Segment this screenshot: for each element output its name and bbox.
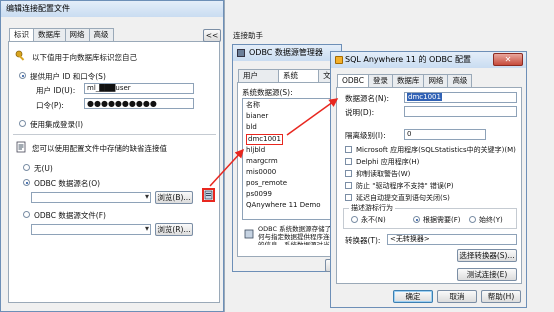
info-icon xyxy=(244,229,254,239)
option-label: Delphi 应用程序(H) xyxy=(356,158,420,166)
option-checkbox[interactable] xyxy=(345,146,352,153)
user-id-field[interactable]: ml_███user xyxy=(84,83,194,94)
tab-database[interactable]: 数据库 xyxy=(33,28,66,41)
password-field[interactable]: ●●●●●●●●●● xyxy=(84,98,194,109)
dsn-list: 名称 bianer bld dmc1001 hljbld margcrm mis… xyxy=(242,98,338,220)
odbc-none-label: 无(U) xyxy=(34,164,53,173)
list-item[interactable]: QAnywhere 11 Demo xyxy=(246,201,321,210)
isolation-field[interactable]: 0 xyxy=(404,129,486,140)
select-translator-button[interactable]: 选择转换器(S)... xyxy=(457,249,517,262)
cursor-radio-ondemand[interactable] xyxy=(413,216,420,223)
test-connection-button[interactable]: 测试连接(E) xyxy=(457,268,517,281)
ok-button[interactable]: 确定 xyxy=(393,290,433,303)
tab-login[interactable]: 登录 xyxy=(367,74,393,87)
option-label: Microsoft 应用程序(SQLStatistics中的关键字)(M) xyxy=(356,146,516,154)
description-field[interactable] xyxy=(404,106,517,117)
list-item[interactable]: hljbld xyxy=(246,146,265,155)
list-item[interactable]: margcrm xyxy=(246,157,278,166)
tab-net[interactable]: 网络 xyxy=(423,74,449,87)
cursor-behavior-label: 描述游标行为 xyxy=(349,203,395,213)
option-checkbox[interactable] xyxy=(345,194,352,201)
odbc-dsn-select[interactable] xyxy=(31,192,151,203)
description-label: 说明(D): xyxy=(345,108,375,117)
option-label: 防止 "驱动程序不支持" 错误(P) xyxy=(356,182,454,190)
help-button[interactable]: 帮助(H) xyxy=(481,290,521,303)
cursor-always-label: 始终(Y) xyxy=(479,216,503,224)
document-icon xyxy=(15,141,27,153)
list-item[interactable]: mis0000 xyxy=(246,168,276,177)
odbc-radio-none[interactable] xyxy=(23,164,30,171)
list-item[interactable]: pos_remote xyxy=(246,179,287,188)
integrated-login-label: 使用集成登录(I) xyxy=(30,120,84,129)
user-id-label: 用户 ID(U): xyxy=(36,86,76,95)
translator-field[interactable]: <无转换器> xyxy=(387,234,517,245)
auth-credentials-label: 提供用户 ID 和口令(S) xyxy=(30,72,106,81)
key-icon xyxy=(15,50,27,62)
divider xyxy=(13,134,216,135)
tab-odbc[interactable]: ODBC xyxy=(337,74,369,88)
cursor-radio-never[interactable] xyxy=(351,216,358,223)
tab-system-dsn[interactable]: 系统 DSN xyxy=(278,69,320,92)
tab-db[interactable]: 数据库 xyxy=(391,74,425,87)
cursor-ondemand-label: 根据需要(F) xyxy=(423,216,461,224)
option-label: 延迟自动提交直到语句关闭(S) xyxy=(356,194,450,202)
sqla-title-icon xyxy=(335,56,343,64)
option-checkbox[interactable] xyxy=(345,182,352,189)
translator-label: 转换器(T): xyxy=(345,236,381,245)
tab-user-dsn[interactable]: 用户 DSN xyxy=(238,69,280,92)
dsn-name-value: dmc1001 xyxy=(407,93,442,101)
odbc-dsn-label: ODBC 数据源名(O) xyxy=(34,179,101,188)
browse-file-button[interactable]: 浏览(R)... xyxy=(155,223,193,236)
edit-connection-profile-window: 编辑连接配置文件 标识 数据库 网络 高级 以下值用于向数据库标识您自己 提供用… xyxy=(0,0,224,312)
dsn-name-label: 数据源名(N): xyxy=(345,94,389,103)
edit-profile-tabs: 标识 数据库 网络 高级 xyxy=(9,28,114,42)
password-label: 口令(P): xyxy=(36,101,64,110)
sqla-tabs: ODBC 登录 数据库 网络 高级 xyxy=(337,74,473,88)
list-item[interactable]: ps0099 xyxy=(246,190,272,199)
option-label: 抑制读取警告(W) xyxy=(356,170,411,178)
cursor-radio-always[interactable] xyxy=(469,216,476,223)
tab-network[interactable]: 网络 xyxy=(64,28,90,41)
tab-identity[interactable]: 标识 xyxy=(9,28,34,42)
odbc-admin-titlebar: ODBC 数据源管理器 xyxy=(233,45,341,61)
dsn-name-field[interactable]: dmc1001 xyxy=(404,92,517,103)
list-item[interactable]: bianer xyxy=(246,112,268,121)
system-dsn-footnote: ODBC 系统数据源存储了如何与指定数据提供程序连接的信息。系统数据源对当前机器… xyxy=(258,225,338,245)
isolation-label: 隔离级别(I): xyxy=(345,131,386,140)
list-item[interactable]: bld xyxy=(246,123,257,132)
sqla-odbc-config-dialog: SQL Anywhere 11 的 ODBC 配置 ✕ ODBC 登录 数据库 … xyxy=(330,51,527,308)
edit-profile-title: 编辑连接配置文件 xyxy=(6,4,70,13)
auth-radio-credentials[interactable] xyxy=(19,72,26,79)
cursor-never-label: 永不(N) xyxy=(361,216,386,224)
odbc-intro: 您可以使用配置文件中存储的缺省连接值 xyxy=(32,144,167,153)
cancel-button[interactable]: 取消 xyxy=(437,290,477,303)
identity-panel: 以下值用于向数据库标识您自己 提供用户 ID 和口令(S) 用户 ID(U): … xyxy=(8,41,220,303)
system-dsn-list-label: 系统数据源(S): xyxy=(242,88,293,97)
tab-advanced[interactable]: 高级 xyxy=(88,28,114,41)
odbc-admin-window: ODBC 数据源管理器 用户 DSN 系统 DSN 文件 系统数据源(S): 名… xyxy=(232,44,343,272)
assistant-title: 连接助手 xyxy=(233,31,263,40)
list-item-dmc1001[interactable]: dmc1001 xyxy=(246,134,283,145)
auth-radio-integrated[interactable] xyxy=(19,120,26,127)
odbc-admin-title-icon xyxy=(237,49,245,57)
odbc-radio-dsn[interactable] xyxy=(23,179,30,186)
collapse-button[interactable]: << xyxy=(203,29,221,42)
close-icon[interactable]: ✕ xyxy=(493,53,523,66)
column-name-header[interactable]: 名称 xyxy=(246,101,260,110)
odbc-admin-tabs: 用户 DSN 系统 DSN 文件 xyxy=(238,69,342,92)
identity-intro: 以下值用于向数据库标识您自己 xyxy=(32,53,137,62)
odbc-file-select[interactable] xyxy=(31,224,151,235)
odbc-file-label: ODBC 数据源文件(F) xyxy=(34,211,106,220)
edit-profile-titlebar: 编辑连接配置文件 xyxy=(1,1,223,17)
sqla-title: SQL Anywhere 11 的 ODBC 配置 xyxy=(345,55,471,64)
system-dsn-panel: 系统数据源(S): 名称 bianer bld dmc1001 hljbld m… xyxy=(237,82,341,257)
odbc-admin-title: ODBC 数据源管理器 xyxy=(249,48,323,57)
tab-adv[interactable]: 高级 xyxy=(447,74,473,87)
odbc-tab-panel: 数据源名(N): dmc1001 说明(D): 隔离级别(I): 0 Micro… xyxy=(336,87,522,284)
odbc-radio-file[interactable] xyxy=(23,211,30,218)
browse-dsn-button[interactable]: 浏览(B)... xyxy=(155,191,193,204)
option-checkbox[interactable] xyxy=(345,170,352,177)
odbc-admin-icon[interactable] xyxy=(202,188,215,202)
option-checkbox[interactable] xyxy=(345,158,352,165)
